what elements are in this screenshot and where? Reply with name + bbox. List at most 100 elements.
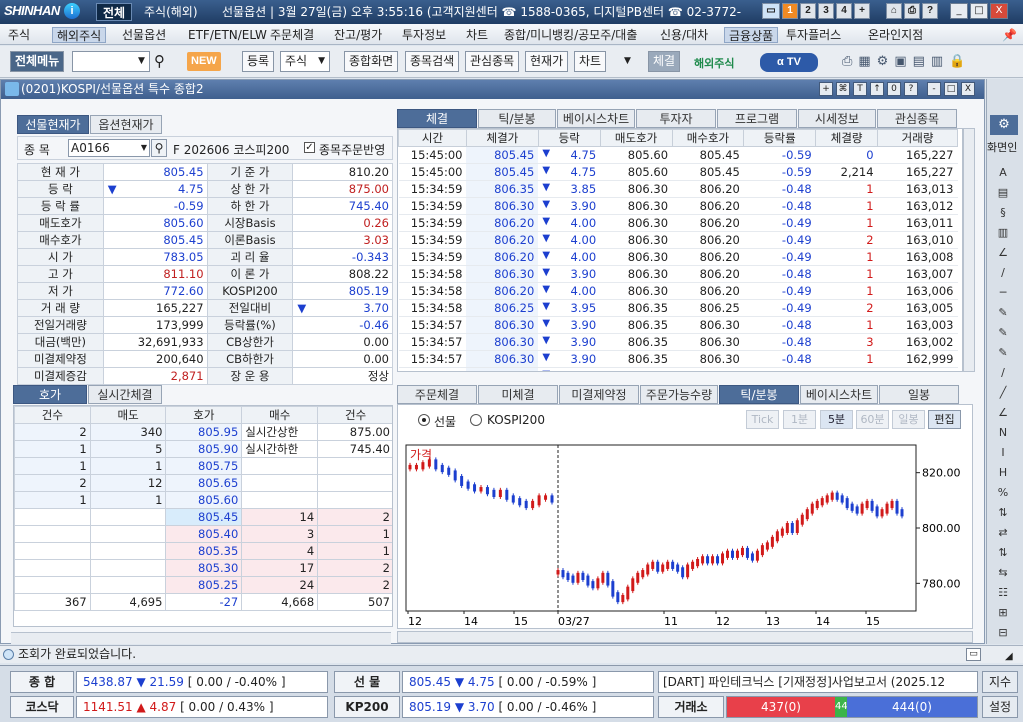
monitor-icon[interactable]: ▭ <box>762 3 780 19</box>
interval-btn-2[interactable]: 5분 <box>820 410 853 429</box>
buy-price[interactable]: 805.30 <box>165 559 243 577</box>
window-ctrl-7[interactable]: □ <box>944 82 958 96</box>
alpha-tv-button[interactable]: α TV <box>760 53 818 72</box>
buy-price[interactable]: 805.25 <box>165 576 243 594</box>
help-icon[interactable]: ? <box>922 3 938 19</box>
window-ctrl-3[interactable]: ↑ <box>870 82 884 96</box>
pin-icon[interactable]: 📌 <box>1002 28 1017 42</box>
menu-item-9[interactable]: 뱅킹/공모주/대출 <box>548 27 641 43</box>
kp200-quote[interactable]: 805.19 ▼ 3.70 [ 0.00 / -0.46% ] <box>402 696 654 718</box>
tab-realtime-trades[interactable]: 실시간체결 <box>88 385 162 404</box>
drawing-tool-icon-20[interactable]: ⇆ <box>991 565 1015 581</box>
drawing-tool-icon-15[interactable]: H <box>991 465 1015 481</box>
tab-tick-2[interactable]: 베이시스차트 <box>557 109 635 128</box>
chart-scrollbar[interactable] <box>397 631 973 643</box>
new-badge[interactable]: NEW <box>187 52 221 71</box>
price-chart[interactable]: 820.00800.00780.00가격12 14 15 03/27 11 12 13 14 1… <box>398 435 974 629</box>
all-menu-button[interactable]: 전체메뉴 <box>10 51 65 72</box>
index-button[interactable]: 지수 <box>982 671 1018 693</box>
kospi-quote[interactable]: 5438.87 ▼ 21.59 [ 0.00 / -0.40% ] <box>76 671 328 693</box>
window-ctrl-2[interactable]: T <box>853 82 867 96</box>
sell-price[interactable]: 805.90 <box>165 440 243 458</box>
drawing-tool-icon-2[interactable]: § <box>991 205 1015 221</box>
search-icon[interactable]: ⚲ <box>151 139 167 157</box>
drawing-tool-icon-12[interactable]: ∠ <box>991 405 1015 421</box>
register-button[interactable]: 등록 <box>242 51 275 72</box>
window-ctrl-0[interactable]: + <box>819 82 833 96</box>
tab-chart-1[interactable]: 미체결 <box>478 385 558 404</box>
tab-futures-price[interactable]: 선물현재가 <box>17 115 89 134</box>
window-ctrl-1[interactable]: ⌘ <box>836 82 850 96</box>
menu-item-12[interactable]: 투자플러스 <box>782 27 845 43</box>
menu-item-11[interactable]: 금융상품 <box>724 27 779 43</box>
interval-btn-0[interactable]: Tick <box>746 410 779 429</box>
window-ctrl-6[interactable]: - <box>927 82 941 96</box>
kospi200-radio[interactable] <box>470 414 482 426</box>
buy-price[interactable]: 805.40 <box>165 525 243 543</box>
add-screen-button[interactable]: + <box>854 3 870 19</box>
toolbar-icon-group[interactable]: ⎙▦⚙▣▤▥🔒 <box>842 54 992 70</box>
drawing-tool-icon-21[interactable]: ☷ <box>991 585 1015 601</box>
sell-price[interactable]: 805.95 <box>165 423 243 441</box>
window-ctrl-4[interactable]: 0 <box>887 82 901 96</box>
menu-item-0[interactable]: 주식 <box>4 27 34 43</box>
home-icon[interactable]: ⌂ <box>886 3 902 19</box>
edit-button[interactable]: 편집 <box>928 410 961 429</box>
watchlist-button[interactable]: 관심종목 <box>465 51 520 72</box>
screen-1-button[interactable]: 1 <box>782 3 798 19</box>
order-link-checkbox[interactable]: ✓ <box>304 142 315 153</box>
drawing-tool-icon-16[interactable]: % <box>991 485 1015 501</box>
maximize-icon[interactable]: □ <box>970 3 988 19</box>
menu-item-6[interactable]: 투자정보 <box>398 27 450 43</box>
tab-tick-3[interactable]: 투자자 <box>636 109 716 128</box>
tab-tick-0[interactable]: 체결 <box>397 109 477 128</box>
drawing-tool-icon-1[interactable]: ▤ <box>991 185 1015 201</box>
tab-chart-3[interactable]: 주문가능수량 <box>640 385 718 404</box>
interval-btn-1[interactable]: 1분 <box>783 410 816 429</box>
gear-icon[interactable]: ⚙ <box>990 115 1018 135</box>
search-icon[interactable]: ⚲ <box>154 52 165 70</box>
tab-chart-4[interactable]: 틱/분봉 <box>719 385 799 404</box>
window-ctrl-5[interactable]: ? <box>904 82 918 96</box>
overview-screen-button[interactable]: 종합화면 <box>344 51 399 72</box>
drawing-tool-icon-13[interactable]: N <box>991 425 1015 441</box>
tab-tick-6[interactable]: 관심종목 <box>877 109 957 128</box>
interval-btn-4[interactable]: 일봉 <box>892 410 925 429</box>
drawing-tool-icon-19[interactable]: ⇅ <box>991 545 1015 561</box>
menu-item-3[interactable]: ETF/ETN/ELW <box>184 27 271 43</box>
drawing-tool-icon-0[interactable]: A <box>991 165 1015 181</box>
drawing-tool-icon-7[interactable]: ✎ <box>991 305 1015 321</box>
sell-price[interactable]: 805.60 <box>165 491 243 509</box>
current-price-button[interactable]: 현재가 <box>525 51 569 72</box>
print-icon[interactable]: ⎙ <box>904 3 920 19</box>
drawing-tool-icon-14[interactable]: I <box>991 445 1015 461</box>
tab-tick-1[interactable]: 틱/분봉 <box>478 109 556 128</box>
menu-item-7[interactable]: 차트 <box>462 27 492 43</box>
menu-item-2[interactable]: 선물옵션 <box>118 27 170 43</box>
settings-button[interactable]: 설정 <box>982 696 1018 718</box>
drawing-tool-icon-17[interactable]: ⇅ <box>991 505 1015 521</box>
drawing-tool-icon-10[interactable]: ∕ <box>991 365 1015 381</box>
menu-item-1[interactable]: 해외주식 <box>52 27 107 43</box>
chevron-down-icon[interactable]: ▼ <box>134 52 149 71</box>
drawing-tool-icon-4[interactable]: ∠ <box>991 245 1015 261</box>
buy-price[interactable]: 805.45 <box>165 508 243 526</box>
symbol-code-input[interactable]: A0166 ▼ <box>68 139 150 157</box>
stock-search-button[interactable]: 종목검색 <box>405 51 460 72</box>
sell-price[interactable]: 805.75 <box>165 457 243 475</box>
chart-button[interactable]: 차트 <box>574 51 607 72</box>
tab-hoga[interactable]: 호가 <box>13 385 87 404</box>
drawing-tool-icon-18[interactable]: ⇄ <box>991 525 1015 541</box>
futures-radio[interactable] <box>418 414 430 426</box>
drawing-tool-icon-23[interactable]: ⊟ <box>991 625 1015 641</box>
status-window-icon[interactable]: ▭ <box>966 648 981 661</box>
menu-item-13[interactable]: 온라인지점 <box>864 27 927 43</box>
tab-chart-6[interactable]: 일봉 <box>879 385 959 404</box>
drawing-tool-icon-3[interactable]: ▥ <box>991 225 1015 241</box>
tab-options-price[interactable]: 옵션현재가 <box>90 115 162 134</box>
sell-price[interactable]: 805.65 <box>165 474 243 492</box>
body-execution-button[interactable]: 체결 <box>648 51 681 72</box>
tab-tick-4[interactable]: 프로그램 <box>717 109 797 128</box>
tab-chart-2[interactable]: 미결제약정 <box>559 385 639 404</box>
futures-quote[interactable]: 805.45 ▼ 4.75 [ 0.00 / -0.59% ] <box>402 671 654 693</box>
